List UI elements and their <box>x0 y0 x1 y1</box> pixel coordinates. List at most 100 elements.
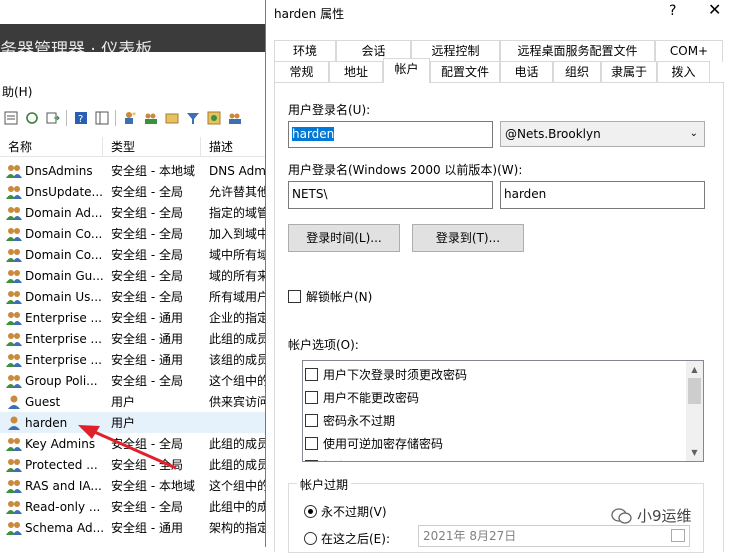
options-scrollbar[interactable]: ▲ ▼ <box>686 361 703 461</box>
menu-help[interactable]: 助(H) <box>2 83 32 100</box>
scroll-thumb[interactable] <box>688 378 701 404</box>
never-expires-label: 永不过期(V) <box>321 505 387 519</box>
account-option-item[interactable]: 密码永不过期 <box>303 409 703 432</box>
row-name: RAS and IA... <box>25 478 102 493</box>
account-option-item[interactable]: 用户下次登录时须更改密码 <box>303 363 703 386</box>
list-item[interactable]: Domain Ad... 安全组 - 全局 指定的域管 <box>0 202 268 223</box>
tab-address[interactable]: 地址 <box>329 61 383 83</box>
logon-to-button[interactable]: 登录到(T)... <box>412 224 524 252</box>
row-name: Enterprise ... <box>25 331 102 346</box>
row-type: 安全组 - 全局 <box>111 269 183 283</box>
tab-organization[interactable]: 组织 <box>553 61 601 83</box>
new-user-icon[interactable]: * <box>121 110 138 127</box>
list-item[interactable]: Domain Co... 安全组 - 全局 加入到域中 <box>0 223 268 244</box>
unlock-account-checkbox[interactable]: 解锁帐户(N) <box>288 288 372 305</box>
list-item[interactable]: Group Poli... 安全组 - 全局 这个组中的 <box>0 370 268 391</box>
tab-com-plus[interactable]: COM+ <box>655 40 723 62</box>
group-icon <box>6 458 22 472</box>
scroll-up-icon[interactable]: ▲ <box>686 361 703 378</box>
radio-selected[interactable] <box>304 505 317 518</box>
list-item[interactable]: Protected ... 安全组 - 全局 此组的成员 <box>0 454 268 475</box>
tab-member-of[interactable]: 隶属于 <box>601 61 657 83</box>
row-description: 此组中的成 <box>209 500 268 514</box>
list-item[interactable]: RAS and IA... 安全组 - 本地域 这个组中的 <box>0 475 268 496</box>
list-item[interactable]: Enterprise ... 安全组 - 通用 企业的指定 <box>0 307 268 328</box>
account-option-label: 用户不能更改密码 <box>323 391 420 405</box>
expires-after-radio[interactable]: 在这之后(E): <box>304 530 390 547</box>
list-item[interactable]: Enterprise ... 安全组 - 通用 该组的成员 <box>0 349 268 370</box>
list-item[interactable]: Domain Us... 安全组 - 全局 所有域用户 <box>0 286 268 307</box>
checkbox-box[interactable] <box>305 391 318 404</box>
checkbox-box[interactable] <box>288 290 301 303</box>
row-name: Domain Co... <box>25 226 103 241</box>
row-name: Read-only ... <box>25 499 101 514</box>
expiry-date-picker[interactable]: 2021年 8月27日 <box>418 525 690 547</box>
list-item[interactable]: DnsAdmins 安全组 - 本地域 DNS Adm <box>0 160 268 181</box>
radio-unselected[interactable] <box>304 532 317 545</box>
row-description: 企业的指定 <box>209 311 268 325</box>
tab-telephones[interactable]: 电话 <box>500 61 553 83</box>
logon-name-label: 用户登录名(U): <box>288 103 371 117</box>
pre2000-username-input[interactable]: harden <box>500 181 705 209</box>
group-icon <box>6 500 22 514</box>
checkbox-box[interactable] <box>305 414 318 427</box>
new-ou-icon[interactable] <box>163 110 180 127</box>
row-description: 这个组中的 <box>209 374 268 388</box>
column-header-name[interactable]: 名称 <box>0 137 103 156</box>
scroll-down-icon[interactable]: ▼ <box>686 444 703 461</box>
close-button[interactable]: ✕ <box>708 0 721 19</box>
row-name-cell: Enterprise ... <box>0 352 103 368</box>
group-icon <box>6 311 22 325</box>
list-item[interactable]: Enterprise ... 安全组 - 通用 此组的成员 <box>0 328 268 349</box>
calendar-icon[interactable] <box>671 529 685 542</box>
filter-icon[interactable] <box>184 110 201 127</box>
tab-account[interactable]: 帐户 <box>383 58 430 83</box>
column-header-type[interactable]: 类型 <box>103 137 201 156</box>
account-option-item[interactable]: 用户不能更改密码 <box>303 386 703 409</box>
list-item[interactable]: harden 用户 <box>0 412 268 433</box>
new-group-icon[interactable] <box>142 110 159 127</box>
help-icon[interactable]: ? <box>72 110 89 127</box>
account-option-item[interactable]: 帐户已禁用 <box>303 455 703 461</box>
toolbar-separator <box>66 110 67 126</box>
row-type: 安全组 - 通用 <box>111 332 183 346</box>
group-icon <box>6 164 22 178</box>
logon-name-input[interactable]: harden <box>288 121 493 148</box>
checkbox-box[interactable] <box>305 460 318 461</box>
list-item[interactable]: DnsUpdate... 安全组 - 全局 允许替其他 <box>0 181 268 202</box>
row-description: 域中所有域 <box>209 248 268 262</box>
refresh-icon[interactable] <box>23 110 40 127</box>
group-icon[interactable] <box>226 110 243 127</box>
tab-dial-in[interactable]: 拨入 <box>657 61 710 83</box>
upn-suffix-select[interactable]: @Nets.Brooklyn ⌄ <box>500 121 705 147</box>
list-item[interactable]: Read-only ... 安全组 - 全局 此组中的成 <box>0 496 268 517</box>
tab-rds-profile[interactable]: 远程桌面服务配置文件 <box>500 40 655 62</box>
account-option-item[interactable]: 使用可逆加密存储密码 <box>303 432 703 455</box>
help-button[interactable]: ? <box>669 3 676 19</box>
logon-hours-button[interactable]: 登录时间(L)... <box>288 224 400 252</box>
list-item[interactable]: Key Admins 安全组 - 全局 此组的成员 <box>0 433 268 454</box>
export-list-icon[interactable] <box>44 110 61 127</box>
console-tree-icon[interactable] <box>93 110 110 127</box>
row-name-cell: Domain Ad... <box>0 205 103 221</box>
tab-environment[interactable]: 环境 <box>274 40 336 62</box>
list-item[interactable]: Domain Co... 安全组 - 全局 域中所有域 <box>0 244 268 265</box>
list-item[interactable]: Domain Gu... 安全组 - 全局 域的所有来 <box>0 265 268 286</box>
column-header-description[interactable]: 描述 <box>201 137 268 156</box>
list-item[interactable]: Schema Ad... 安全组 - 通用 架构的指定 <box>0 517 268 538</box>
chevron-down-icon: ⌄ <box>689 128 698 139</box>
checkbox-box[interactable] <box>305 368 318 381</box>
tab-general[interactable]: 常规 <box>274 61 329 83</box>
add-to-group-icon[interactable] <box>205 110 222 127</box>
properties-icon[interactable] <box>2 110 19 127</box>
account-options-list[interactable]: 用户下次登录时须更改密码用户不能更改密码密码永不过期使用可逆加密存储密码帐户已禁… <box>302 360 704 462</box>
checkbox-box[interactable] <box>305 437 318 450</box>
row-name-cell: Protected ... <box>0 457 103 473</box>
never-expires-radio[interactable]: 永不过期(V) <box>304 503 387 520</box>
list-item[interactable]: Guest 用户 供来宾访问 <box>0 391 268 412</box>
watermark: 小9运维 <box>611 505 692 526</box>
pre2000-domain-field: NETS\ <box>288 181 493 209</box>
account-option-label: 用户下次登录时须更改密码 <box>323 368 468 382</box>
tab-profile[interactable]: 配置文件 <box>430 61 500 83</box>
group-icon <box>6 290 22 304</box>
